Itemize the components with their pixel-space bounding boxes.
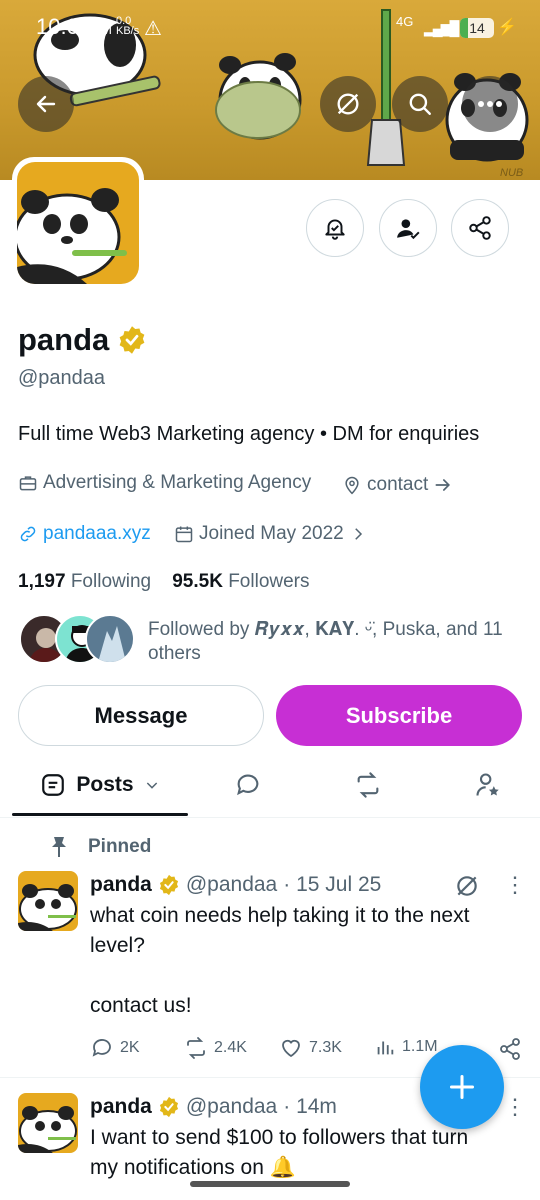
notifications-button[interactable] bbox=[306, 199, 364, 257]
user-check-icon bbox=[397, 219, 420, 240]
following-button[interactable] bbox=[379, 199, 437, 257]
followers-count-link[interactable]: 95.5K Followers bbox=[172, 571, 309, 592]
reply-icon bbox=[92, 1039, 111, 1057]
views-button[interactable]: 1.1M bbox=[374, 1036, 438, 1058]
warning-icon: ⚠ bbox=[144, 18, 162, 40]
post-author-handle: @pandaa bbox=[185, 873, 278, 896]
post-timestamp: · 14m bbox=[283, 1095, 337, 1118]
post-text: I want to send $100 to followers that tu… bbox=[90, 1126, 469, 1179]
briefcase-icon bbox=[19, 476, 37, 491]
message-button[interactable]: Message bbox=[18, 685, 264, 746]
chevron-down-icon bbox=[146, 782, 157, 789]
search-icon bbox=[409, 93, 431, 115]
battery-indicator: 14 bbox=[460, 18, 494, 38]
arrow-right-icon bbox=[435, 479, 451, 491]
post-avatar[interactable] bbox=[18, 1093, 78, 1153]
pin-icon bbox=[52, 837, 66, 857]
subscribe-button[interactable]: Subscribe bbox=[276, 685, 522, 746]
reply-button[interactable]: 2K bbox=[90, 1036, 140, 1060]
charging-icon: ⚡ bbox=[497, 19, 517, 36]
link-icon bbox=[20, 526, 36, 542]
joined-date[interactable]: Joined May 2022 bbox=[174, 523, 367, 545]
post-header: panda @pandaa · 15 Jul 25 bbox=[90, 873, 381, 897]
share-icon[interactable] bbox=[498, 1037, 522, 1061]
share-icon bbox=[469, 216, 491, 240]
follower-avatar bbox=[85, 614, 135, 664]
chevron-right-icon bbox=[354, 528, 362, 540]
followed-by-text[interactable]: Followed by 𝑹𝒚𝒙𝒙, 𝐊𝐀𝐘. ᵕ̈, Puska, and 11… bbox=[148, 618, 518, 666]
contact-link[interactable]: contact bbox=[342, 474, 453, 496]
post-text: what coin needs help taking it to the ne… bbox=[90, 904, 470, 1017]
profile-avatar[interactable] bbox=[12, 157, 144, 289]
back-button[interactable] bbox=[18, 76, 74, 132]
like-button[interactable]: 7.3K bbox=[279, 1036, 342, 1060]
category-label: Advertising & Marketing Agency bbox=[43, 472, 312, 493]
arrow-left-icon bbox=[36, 95, 56, 113]
tab-replies[interactable] bbox=[208, 752, 288, 818]
calendar-icon bbox=[175, 526, 193, 543]
verified-badge-icon bbox=[159, 874, 178, 896]
repost-icon bbox=[357, 772, 379, 798]
post-more-icon[interactable]: ⋮ bbox=[504, 1094, 526, 1120]
tab-highlights[interactable] bbox=[448, 752, 528, 818]
profile-name: panda bbox=[18, 322, 147, 358]
posts-icon bbox=[42, 774, 65, 796]
grok-button[interactable] bbox=[320, 76, 376, 132]
verified-badge-icon bbox=[159, 1096, 178, 1118]
home-indicator bbox=[190, 1181, 350, 1187]
tab-posts-label: Posts bbox=[76, 773, 134, 796]
profile-handle: @pandaa bbox=[18, 367, 106, 389]
compose-post-button[interactable] bbox=[420, 1045, 504, 1129]
repost-button[interactable]: 2.4K bbox=[184, 1036, 247, 1060]
website-link[interactable]: pandaaa.xyz bbox=[18, 523, 151, 545]
post-author-handle: @pandaa bbox=[185, 1095, 278, 1118]
share-button[interactable] bbox=[451, 199, 509, 257]
signal-icon: ▂▄▆█ bbox=[424, 20, 459, 36]
user-star-icon bbox=[476, 773, 499, 796]
search-button[interactable] bbox=[392, 76, 448, 132]
post-more-icon[interactable]: ⋮ bbox=[504, 872, 526, 898]
post-author-name[interactable]: panda bbox=[90, 873, 152, 897]
post-header: panda @pandaa · 14m bbox=[90, 1095, 337, 1119]
profile-bio: Full time Web3 Marketing agency • DM for… bbox=[18, 423, 480, 445]
avatar-image bbox=[13, 162, 139, 284]
repost-icon bbox=[187, 1037, 205, 1059]
grok-icon[interactable] bbox=[454, 873, 480, 899]
verified-badge-icon[interactable] bbox=[117, 325, 147, 355]
follow-counts: 1,197 Following 95.5K Followers bbox=[18, 571, 310, 593]
post-avatar[interactable] bbox=[18, 871, 78, 931]
active-tab-indicator bbox=[12, 813, 188, 816]
joined-label: Joined May 2022 bbox=[199, 523, 344, 544]
tab-posts[interactable]: Posts bbox=[12, 752, 188, 818]
net-speed: 0.0 KB/s bbox=[116, 15, 140, 37]
more-options-button[interactable] bbox=[462, 76, 518, 132]
profile-category: Advertising & Marketing Agency bbox=[18, 472, 311, 494]
post-author-name[interactable]: panda bbox=[90, 1095, 152, 1119]
status-bar: 10:09PM 0.0 KB/s ⚠ 4G ▂▄▆█ 14 ⚡ bbox=[0, 0, 540, 60]
more-horizontal-icon bbox=[478, 101, 502, 107]
following-count-link[interactable]: 1,197 Following bbox=[18, 571, 151, 592]
profile-banner: NUB 10:09PM 0.0 KB/s ⚠ 4G ▂▄▆█ 14 ⚡ bbox=[0, 0, 540, 180]
analytics-icon bbox=[377, 1041, 394, 1055]
bell-check-icon bbox=[325, 219, 345, 240]
grok-icon bbox=[337, 93, 359, 115]
post-timestamp: · 15 Jul 25 bbox=[283, 873, 382, 896]
heart-icon bbox=[282, 1039, 300, 1058]
profile-name-text: panda bbox=[18, 322, 110, 357]
contact-label: contact bbox=[367, 474, 429, 495]
banner-signature: NUB bbox=[500, 167, 523, 179]
reply-bubble-icon bbox=[237, 774, 259, 796]
network-type: 4G bbox=[396, 14, 414, 29]
status-time: 10:09PM bbox=[36, 14, 113, 39]
pinned-label: Pinned bbox=[50, 836, 151, 858]
profile-tabs: Posts bbox=[0, 752, 540, 818]
tab-reposts[interactable] bbox=[328, 752, 408, 818]
location-pin-icon bbox=[345, 476, 359, 495]
plus-icon bbox=[449, 1074, 475, 1100]
website-label: pandaaa.xyz bbox=[43, 523, 151, 544]
